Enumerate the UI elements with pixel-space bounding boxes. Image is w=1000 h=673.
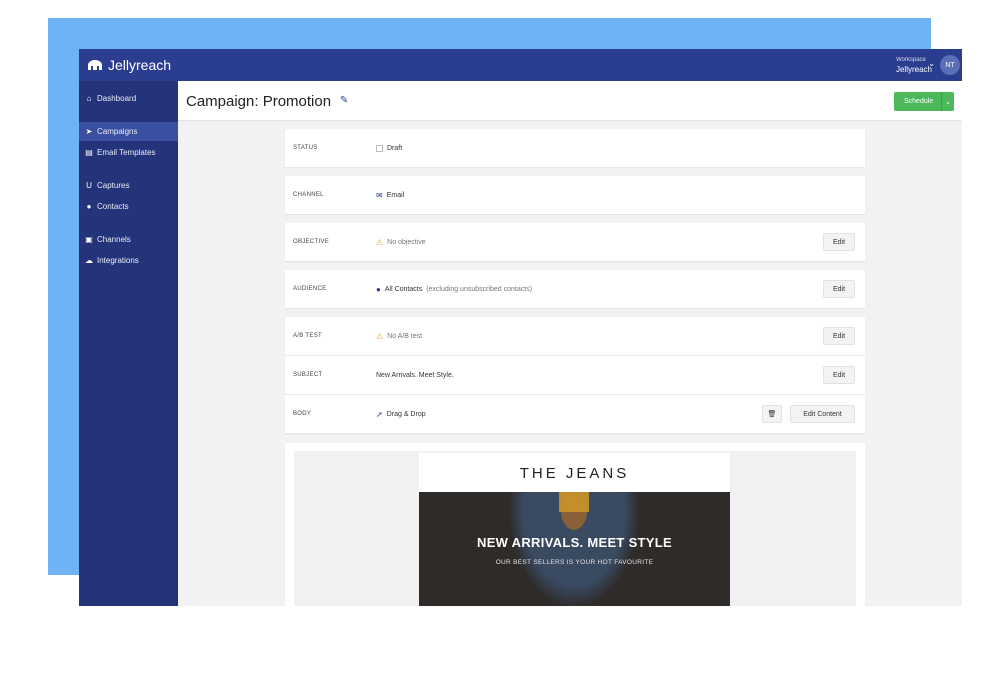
jelly-logo-icon — [88, 60, 102, 70]
row-value: Draft — [376, 144, 403, 152]
row-key: BODY — [293, 411, 312, 417]
hero-title: NEW ARRIVALS. MEET STYLE — [477, 535, 672, 550]
row-key: STATUS — [293, 145, 318, 151]
body-value: Drag & Drop — [386, 410, 426, 418]
edit-content-button[interactable]: Edit Content — [790, 405, 855, 423]
sidebar-item-channels[interactable]: ▣ Channels — [79, 230, 178, 249]
sidebar-item-captures[interactable]: U Captures — [79, 176, 178, 195]
file-icon: ▤ — [85, 148, 93, 157]
email-preview-panel: THE JEANS NEW ARRIVALS. MEET STYLE OUR B… — [285, 443, 865, 606]
sidebar-item-email-templates[interactable]: ▤ Email Templates — [79, 143, 178, 162]
draft-checkbox-icon — [376, 144, 383, 152]
page-header: Campaign: Promotion ✎ Schedule ⌄ — [178, 81, 962, 121]
page-title: Campaign: Promotion — [186, 93, 332, 110]
row-value: ➚ Drag & Drop — [376, 410, 426, 419]
delete-body-button[interactable]: 🗑 — [762, 405, 782, 423]
magnet-icon: U — [86, 181, 92, 190]
sidebar-item-contacts[interactable]: ● Contacts — [79, 197, 178, 216]
sidebar-item-label: Dashboard — [97, 94, 137, 103]
row-key: AUDIENCE — [293, 286, 327, 292]
status-value: Draft — [387, 144, 403, 152]
abtest-value: No A/B test — [387, 332, 423, 340]
row-value: ⚠ No objective — [376, 238, 426, 247]
sidebar-item-label: Campaigns — [97, 127, 138, 136]
edit-abtest-button[interactable]: Edit — [823, 327, 855, 345]
users-icon: ● — [376, 284, 381, 294]
subject-row: SUBJECT New Arrivals. Meet Style. Edit — [285, 356, 865, 394]
objective-value: No objective — [387, 238, 426, 246]
row-key: A/B TEST — [293, 333, 322, 339]
hero-shirt-accent — [559, 492, 589, 512]
pointer-icon: ➚ — [376, 409, 383, 419]
row-key: CHANNEL — [293, 192, 324, 198]
abtest-row: A/B TEST ⚠ No A/B test Edit — [285, 317, 865, 355]
schedule-label: Schedule — [904, 98, 934, 105]
row-key: OBJECTIVE — [293, 239, 330, 245]
brand-name: Jellyreach — [108, 57, 172, 73]
users-icon: ● — [86, 202, 92, 211]
brand-logo[interactable]: Jellyreach — [87, 57, 171, 73]
hero-subtitle: OUR BEST SELLERS IS YOUR HOT FAVOURITE — [495, 559, 654, 566]
status-row: STATUS Draft — [285, 129, 865, 167]
audience-row: AUDIENCE ● All Contacts (excluding unsub… — [285, 270, 865, 308]
marketing-canvas: Jellyreach Workspace Jellyreach ⌄ NT ⌂ D… — [0, 0, 1000, 673]
subject-value: New Arrivals. Meet Style. — [376, 371, 454, 379]
trash-icon: 🗑 — [767, 411, 777, 418]
channels-icon: ▣ — [85, 235, 93, 244]
home-icon: ⌂ — [86, 94, 92, 103]
edit-audience-button[interactable]: Edit — [823, 280, 855, 298]
sidebar-item-dashboard[interactable]: ⌂ Dashboard — [79, 89, 178, 108]
sidebar-item-label: Contacts — [97, 202, 129, 211]
channel-value: Email — [386, 191, 405, 199]
avatar[interactable]: NT — [940, 55, 960, 75]
warning-icon: ⚠ — [376, 331, 384, 341]
warning-icon: ⚠ — [376, 237, 384, 247]
sidebar-item-label: Captures — [97, 181, 130, 190]
chevron-down-icon[interactable]: ⌄ — [928, 59, 935, 68]
cloud-icon: ☁ — [85, 256, 93, 265]
schedule-button[interactable]: Schedule ⌄ — [894, 92, 954, 111]
email-preview[interactable]: THE JEANS NEW ARRIVALS. MEET STYLE OUR B… — [419, 453, 730, 606]
app-window: Jellyreach Workspace Jellyreach ⌄ NT ⌂ D… — [79, 49, 962, 606]
objective-row: OBJECTIVE ⚠ No objective Edit — [285, 223, 865, 261]
row-value: ⚠ No A/B test — [376, 332, 422, 341]
email-brand: THE JEANS — [519, 465, 630, 482]
chevron-down-icon[interactable]: ⌄ — [941, 92, 954, 111]
audience-value: All Contacts — [384, 285, 423, 293]
row-value: ✉ Email — [376, 191, 404, 200]
audience-note: (excluding unsubscribed contacts) — [426, 285, 533, 293]
campaign-details: STATUS Draft CHANNEL ✉ Email OBJECTIVE ⚠… — [285, 129, 865, 606]
channel-row: CHANNEL ✉ Email — [285, 176, 865, 214]
workspace-key: Workspace — [895, 57, 926, 63]
sidebar: ⌂ Dashboard ➤ Campaigns ▤ Email Template… — [79, 81, 178, 606]
sidebar-item-label: Channels — [97, 235, 131, 244]
edit-subject-button[interactable]: Edit — [823, 366, 855, 384]
body-row: BODY ➚ Drag & Drop 🗑 Edit Content — [285, 395, 865, 433]
row-value: New Arrivals. Meet Style. — [376, 372, 454, 379]
edit-objective-button[interactable]: Edit — [823, 233, 855, 251]
workspace-switcher[interactable]: Workspace Jellyreach — [896, 56, 932, 74]
sidebar-item-label: Integrations — [97, 256, 139, 265]
send-icon: ➤ — [85, 127, 93, 136]
row-key: SUBJECT — [293, 372, 323, 378]
top-bar: Jellyreach Workspace Jellyreach ⌄ NT — [79, 49, 962, 81]
envelope-icon: ✉ — [376, 190, 383, 200]
email-hero-image: NEW ARRIVALS. MEET STYLE OUR BEST SELLER… — [419, 492, 730, 606]
workspace-name: Jellyreach — [895, 65, 932, 74]
row-value: ● All Contacts (excluding unsubscribed c… — [376, 285, 532, 294]
edit-title-icon[interactable]: ✎ — [340, 95, 348, 106]
sidebar-item-campaigns[interactable]: ➤ Campaigns — [79, 122, 178, 141]
sidebar-item-integrations[interactable]: ☁ Integrations — [79, 251, 178, 270]
sidebar-item-label: Email Templates — [97, 148, 156, 157]
